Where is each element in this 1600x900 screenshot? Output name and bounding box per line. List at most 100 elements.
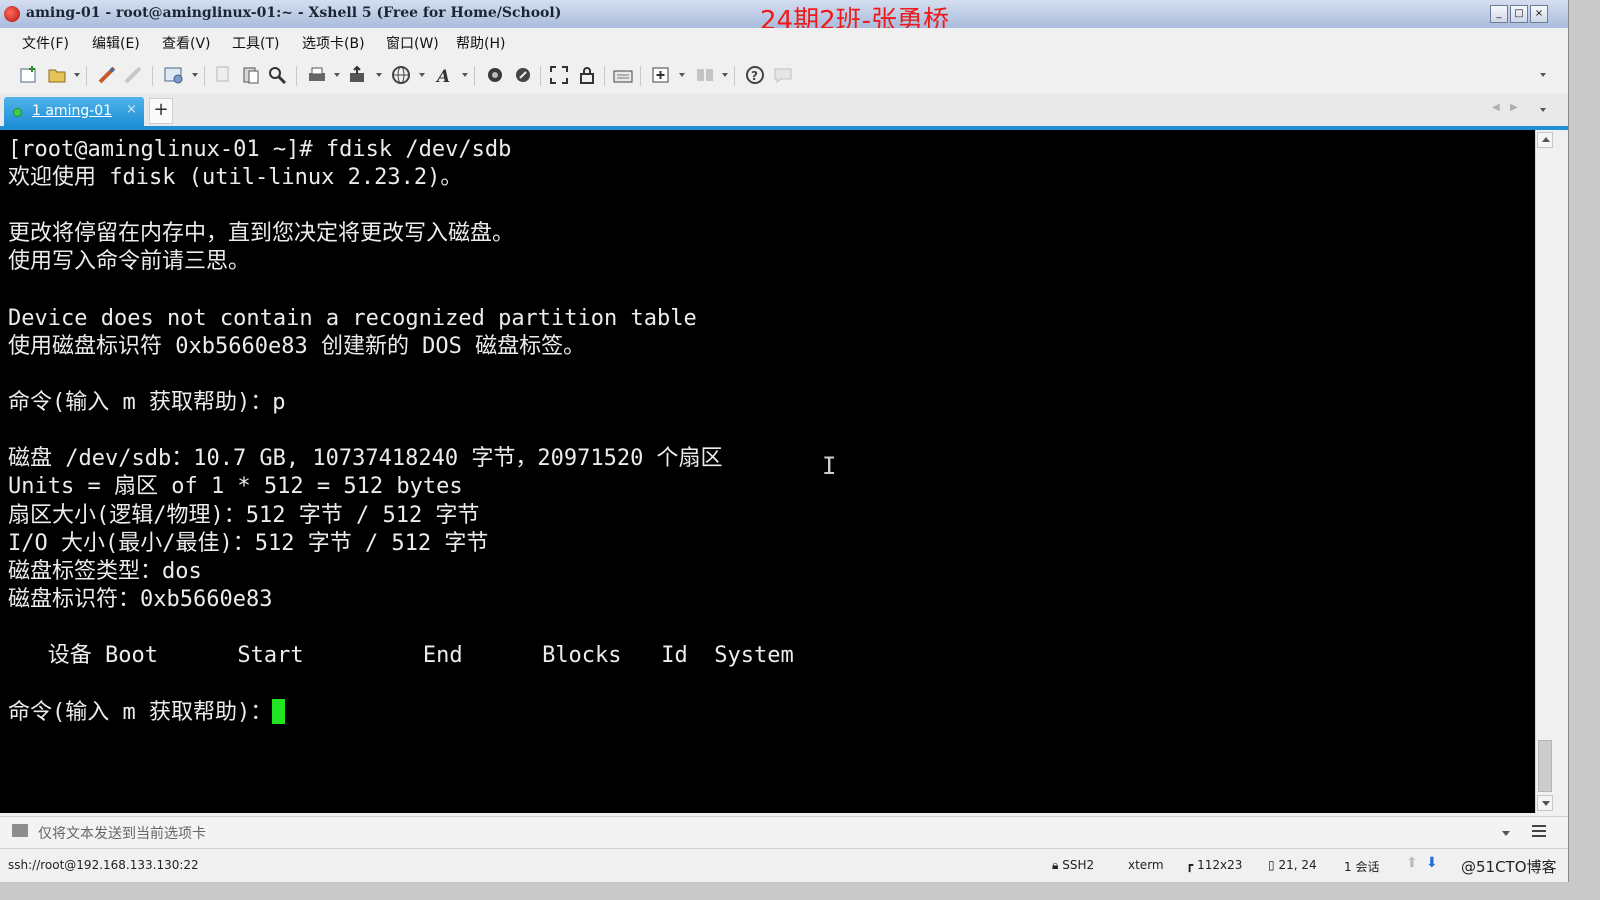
- tab-scroll-right-icon[interactable]: ▶: [1510, 102, 1518, 113]
- status-bar: ssh://root@192.168.133.130:22 🔒︎ SSH2 xt…: [0, 848, 1568, 882]
- toolbar-separator: [640, 66, 641, 86]
- layout-dropdown-icon[interactable]: [722, 73, 728, 77]
- terminal-line: 磁盘标识符：0xb5660e83: [8, 587, 273, 612]
- status-connection: ssh://root@192.168.133.130:22: [8, 858, 199, 872]
- xshell-window: aming-01 - root@aminglinux-01:~ - Xshell…: [0, 0, 1569, 882]
- disconnect-icon[interactable]: [122, 64, 144, 86]
- tab-close-icon[interactable]: ×: [126, 102, 137, 117]
- connection-status-icon: [13, 108, 22, 117]
- keyboard-icon[interactable]: [612, 64, 634, 86]
- terminal-line: [root@aminglinux-01 ~]# fdisk /dev/sdb: [8, 137, 512, 162]
- toolbar-separator: [86, 66, 87, 86]
- compose-bar-icon[interactable]: [12, 824, 28, 837]
- protocol-label: SSH2: [1062, 858, 1095, 872]
- font-icon[interactable]: A: [434, 64, 456, 86]
- terminal-line: 使用写入命令前请三思。: [8, 249, 251, 274]
- find-icon[interactable]: [266, 64, 288, 86]
- menu-help[interactable]: 帮助(H): [456, 33, 505, 53]
- transfer-dropdown-icon[interactable]: [376, 73, 382, 77]
- new-session-icon[interactable]: [18, 64, 40, 86]
- toolbar: A ?: [0, 56, 1568, 95]
- terminal-scrollbar[interactable]: [1535, 130, 1554, 813]
- record-icon[interactable]: [484, 64, 506, 86]
- lock-status-icon: 🔒︎: [1052, 858, 1059, 872]
- terminal-cursor: [272, 699, 286, 724]
- toolbar-separator: [734, 66, 735, 86]
- layout-icon[interactable]: [694, 64, 716, 86]
- compose-input[interactable]: 仅将文本发送到当前选项卡: [38, 823, 206, 843]
- scrollbar-thumb[interactable]: [1538, 740, 1552, 792]
- properties-dropdown-icon[interactable]: [192, 73, 198, 77]
- window-title: aming-01 - root@aminglinux-01:~ - Xshell…: [26, 5, 562, 21]
- menu-bar: 文件(F) 编辑(E) 查看(V) 工具(T) 选项卡(B) 窗口(W) 帮助(…: [0, 28, 1568, 56]
- chat-icon[interactable]: [772, 64, 794, 86]
- menu-file[interactable]: 文件(F): [22, 33, 69, 53]
- tab-list-dropdown-icon[interactable]: [1540, 108, 1546, 112]
- terminal-line: Units = 扇区 of 1 * 512 = 512 bytes: [8, 474, 463, 499]
- lock-icon[interactable]: [576, 64, 598, 86]
- new-tab-dropdown-icon[interactable]: [679, 73, 685, 77]
- menu-tools[interactable]: 工具(T): [232, 33, 279, 53]
- compose-target-dropdown-icon[interactable]: [1502, 831, 1510, 836]
- close-window-button[interactable]: ×: [1530, 5, 1548, 23]
- menu-view[interactable]: 查看(V): [162, 33, 211, 53]
- font-dropdown-icon[interactable]: [462, 73, 468, 77]
- terminal-screen[interactable]: [root@aminglinux-01 ~]# fdisk /dev/sdb 欢…: [0, 130, 1535, 813]
- status-size: ┏ 112x23: [1186, 858, 1242, 872]
- menu-window[interactable]: 窗口(W): [386, 33, 439, 53]
- toolbar-separator: [152, 66, 153, 86]
- cursor-pos-icon: ▯: [1268, 858, 1275, 872]
- terminal-line: Device does not contain a recognized par…: [8, 306, 697, 331]
- terminal-line: 使用磁盘标识符 0xb5660e83 创建新的 DOS 磁盘标签。: [8, 334, 586, 359]
- tab-session-1[interactable]: 1 aming-01 ×: [4, 97, 144, 126]
- connect-icon[interactable]: [96, 64, 118, 86]
- tab-scroll-left-icon[interactable]: ◀: [1492, 102, 1500, 113]
- cursor-pos-label: 21, 24: [1278, 858, 1317, 872]
- add-tab-button[interactable]: +: [149, 98, 173, 124]
- svg-text:?: ?: [751, 69, 758, 83]
- toolbar-overflow-icon[interactable]: [1540, 73, 1546, 77]
- partition-table-header: 设备 Boot Start End Blocks Id System: [8, 643, 794, 668]
- print-dropdown-icon[interactable]: [334, 73, 340, 77]
- maximize-button[interactable]: □: [1510, 5, 1528, 23]
- script-icon[interactable]: [512, 64, 534, 86]
- globe-dropdown-icon[interactable]: [419, 73, 425, 77]
- status-sessions: 1 会话: [1344, 860, 1380, 874]
- open-dropdown-icon[interactable]: [74, 73, 80, 77]
- xshell-app-icon[interactable]: [4, 6, 20, 22]
- globe-icon[interactable]: [390, 64, 412, 86]
- new-tab-icon[interactable]: [650, 64, 672, 86]
- session-properties-icon[interactable]: [162, 64, 186, 86]
- terminal-line: 欢迎使用 fdisk (util-linux 2.23.2)。: [8, 165, 463, 190]
- upload-arrow-icon: ⬆: [1406, 855, 1418, 871]
- download-arrow-icon: ⬇: [1426, 855, 1438, 871]
- size-icon: ┏: [1186, 858, 1194, 872]
- fullscreen-icon[interactable]: [548, 64, 570, 86]
- terminal-line: 磁盘标签类型：dos: [8, 559, 202, 584]
- text-ibeam-cursor-icon: I: [822, 452, 837, 480]
- help-icon[interactable]: ?: [744, 64, 766, 86]
- compose-menu-icon[interactable]: [1532, 825, 1546, 837]
- minimize-button[interactable]: _: [1490, 5, 1508, 23]
- status-cursor-position: ▯ 21, 24: [1268, 858, 1317, 872]
- menu-tabs[interactable]: 选项卡(B): [302, 33, 365, 53]
- terminal-line: 更改将停留在内存中，直到您决定将更改写入磁盘。: [8, 221, 515, 246]
- title-bar[interactable]: aming-01 - root@aminglinux-01:~ - Xshell…: [0, 0, 1568, 36]
- open-folder-icon[interactable]: [46, 64, 68, 86]
- copy-icon[interactable]: [212, 64, 234, 86]
- scroll-up-icon[interactable]: [1537, 132, 1553, 148]
- scroll-down-icon[interactable]: [1537, 795, 1553, 811]
- menu-edit[interactable]: 编辑(E): [92, 33, 140, 53]
- paste-icon[interactable]: [240, 64, 262, 86]
- status-terminal-type: xterm: [1128, 858, 1164, 872]
- toolbar-separator: [474, 66, 475, 86]
- tab-label[interactable]: 1 aming-01: [32, 103, 112, 119]
- toolbar-separator: [540, 66, 541, 86]
- toolbar-separator: [296, 66, 297, 86]
- svg-text:A: A: [435, 67, 450, 85]
- print-icon[interactable]: [306, 64, 328, 86]
- terminal-line: 扇区大小(逻辑/物理)：512 字节 / 512 字节: [8, 503, 480, 528]
- tab-bar: 1 aming-01 × + ◀ ▶: [0, 94, 1568, 126]
- transfer-icon[interactable]: [346, 64, 368, 86]
- compose-bar[interactable]: 仅将文本发送到当前选项卡: [0, 816, 1568, 847]
